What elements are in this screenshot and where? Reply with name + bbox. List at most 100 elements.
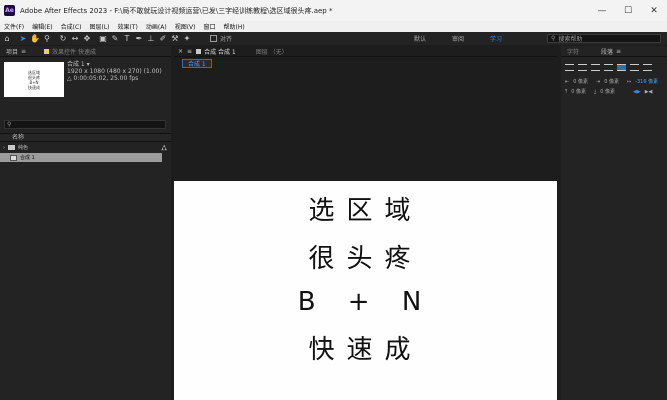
first-line-indent-icon: ↦ (626, 78, 632, 85)
tab-composition[interactable]: 合成 合成 1 (196, 47, 236, 56)
panel-menu-icon[interactable]: ≡ (187, 48, 192, 55)
home-icon[interactable]: ⌂ (2, 34, 12, 44)
paragraph-tab-label: 段落 (601, 48, 614, 56)
menu-window[interactable]: 窗口 (203, 22, 215, 31)
space-before-icon: ⤒ (565, 88, 568, 95)
roto-brush-tool-icon[interactable]: ⚒ (170, 34, 180, 44)
panel-menu-icon[interactable]: ≡ (21, 48, 26, 55)
align-label: 对齐 (220, 36, 233, 43)
space-after-icon: ⤓ (594, 88, 597, 95)
text-direction-rtl-icon[interactable]: ▶◀ (645, 89, 653, 95)
justify-last-left-icon[interactable] (604, 64, 613, 71)
indent-left-value[interactable]: 0 像素 (573, 78, 588, 85)
align-right-icon[interactable] (591, 64, 600, 71)
comp-tab-label: 合成 合成 1 (204, 48, 236, 56)
pen-tool-icon[interactable]: ✎ (110, 34, 120, 44)
menu-animation[interactable]: 动画(A) (146, 22, 167, 31)
workspace-review[interactable]: 审阅 (452, 32, 464, 45)
tab-paragraph[interactable]: 段落 ≡ (601, 47, 621, 56)
tab-project[interactable]: 项目 ≡ (6, 47, 26, 56)
search-help-input[interactable]: ⚲ 搜索帮助 (547, 34, 661, 43)
paragraph-panel: 字符 段落 ≡ ⇤ 0 像素 ⇥ 0 像素 ↦ -316 像素 ⤒ 0 像素 ⤓… (561, 46, 667, 400)
checkbox-box (210, 35, 217, 42)
project-panel-tabs: 项目 ≡ 效果控件 快速成 (0, 46, 171, 57)
folder-icon (8, 145, 15, 150)
align-left-icon[interactable] (565, 64, 574, 71)
expand-arrow-icon[interactable]: › (3, 145, 5, 151)
workspace-learn[interactable]: 学习 (490, 32, 502, 45)
justify-last-center-icon[interactable] (617, 64, 626, 71)
pan-behind-tool-icon[interactable]: ✥ (82, 34, 92, 44)
canvas-text-line: B + N (297, 287, 434, 317)
flowchart-icon[interactable]: ⛼ (161, 143, 167, 153)
search-help-placeholder: 搜索帮助 (558, 36, 583, 43)
menu-composition[interactable]: 合成(C) (61, 22, 82, 31)
hand-tool-icon[interactable]: ✋ (30, 34, 40, 44)
comp-duration: △ 0:00:05:02, 25.00 fps (67, 75, 139, 82)
window-title: Adobe After Effects 2023 - F:\局不敢就玩设计视频运… (20, 6, 333, 15)
project-search-input[interactable]: ⚲ (4, 120, 166, 129)
workspace-default[interactable]: 默认 (414, 32, 426, 45)
rectangle-tool-icon[interactable]: ▣ (98, 34, 108, 44)
indent-row: ⇤ 0 像素 ⇥ 0 像素 ↦ -316 像素 (565, 78, 658, 86)
composition-canvas[interactable]: 选区域 很头疼 B + N 快速成 (174, 181, 557, 400)
rotate-tool-icon[interactable]: ↻ (58, 34, 68, 44)
text-direction-ltr-icon[interactable]: ◀▶ (633, 89, 641, 95)
first-line-indent-value[interactable]: -316 像素 (635, 78, 658, 85)
composition-panel-tabs: × ≡ 合成 合成 1 图层 （无） (174, 46, 557, 57)
canvas-text-line: 很头疼 (308, 244, 423, 274)
canvas-text-line: 选区域 (308, 196, 423, 226)
effects-tab-label: 效果控件 快速成 (52, 48, 96, 56)
justify-all-icon[interactable] (643, 64, 652, 71)
close-button[interactable]: ✕ (641, 0, 667, 21)
space-before-value[interactable]: 0 像素 (571, 88, 586, 95)
space-after-value[interactable]: 0 像素 (600, 88, 615, 95)
menu-layer[interactable]: 图层(L) (90, 22, 110, 31)
tab-character[interactable]: 字符 (567, 47, 579, 56)
align-center-icon[interactable] (578, 64, 587, 71)
project-panel: 项目 ≡ 效果控件 快速成 (0, 46, 171, 400)
menu-view[interactable]: 视图(V) (175, 22, 196, 31)
effects-color-square (44, 48, 50, 54)
type-tool-icon[interactable]: T (122, 34, 132, 44)
camera-tool-icon[interactable]: ↔ (70, 34, 80, 44)
project-tab-label: 项目 (6, 48, 19, 56)
zoom-tool-icon[interactable]: ⚲ (42, 34, 52, 44)
close-icon[interactable]: × (178, 48, 183, 55)
menu-effect[interactable]: 效果(T) (118, 22, 138, 31)
indent-right-value[interactable]: 0 像素 (604, 78, 619, 85)
thumbnail-text: 快速成 (28, 84, 40, 90)
align-checkbox[interactable]: 对齐 (210, 34, 232, 43)
list-item[interactable]: 合成 1 (0, 153, 162, 162)
alignment-buttons (565, 64, 652, 71)
indent-left-icon: ⇤ (565, 78, 570, 85)
indent-right-icon: ⇥ (595, 78, 601, 85)
brush-tool-icon[interactable]: ✒ (134, 34, 144, 44)
justify-last-right-icon[interactable] (630, 64, 639, 71)
comp-name: 合成 1 ▾ (67, 61, 90, 68)
spacing-row: ⤒ 0 像素 ⤓ 0 像素 ◀▶ ▶◀ (565, 88, 653, 96)
eraser-tool-icon[interactable]: ✐ (158, 34, 168, 44)
menu-file[interactable]: 文件(F) (4, 22, 24, 31)
title-bar: Ae Adobe After Effects 2023 - F:\局不敢就玩设计… (0, 0, 667, 21)
puppet-tool-icon[interactable]: ✦ (182, 34, 192, 44)
tab-effect-controls[interactable]: 效果控件 快速成 (44, 47, 96, 56)
composition-sub-tab[interactable]: 合成 1 (182, 59, 212, 68)
after-effects-app-icon: Ae (4, 5, 15, 16)
clone-stamp-tool-icon[interactable]: ⊥ (146, 34, 156, 44)
menu-bar: 文件(F) 编辑(E) 合成(C) 图层(L) 效果(T) 动画(A) 视图(V… (0, 21, 667, 32)
comp-dimensions: 1920 x 1080 (480 x 270) (1.00) (67, 68, 162, 75)
list-item[interactable]: › 纯色 (0, 143, 162, 152)
menu-help[interactable]: 帮助(H) (224, 22, 245, 31)
column-header-name[interactable]: 名称 (0, 133, 171, 142)
tab-layer[interactable]: 图层 （无） (256, 47, 288, 56)
window-controls: — ☐ ✕ (589, 0, 667, 21)
minimize-button[interactable]: — (589, 0, 615, 21)
selection-tool-icon[interactable]: ➤ (18, 34, 28, 44)
item-name: 合成 1 (20, 155, 35, 161)
search-icon: ⚲ (551, 35, 556, 42)
panel-menu-icon[interactable]: ≡ (616, 48, 621, 55)
maximize-button[interactable]: ☐ (615, 0, 641, 21)
menu-edit[interactable]: 编辑(E) (32, 22, 52, 31)
item-name: 纯色 (18, 145, 29, 151)
